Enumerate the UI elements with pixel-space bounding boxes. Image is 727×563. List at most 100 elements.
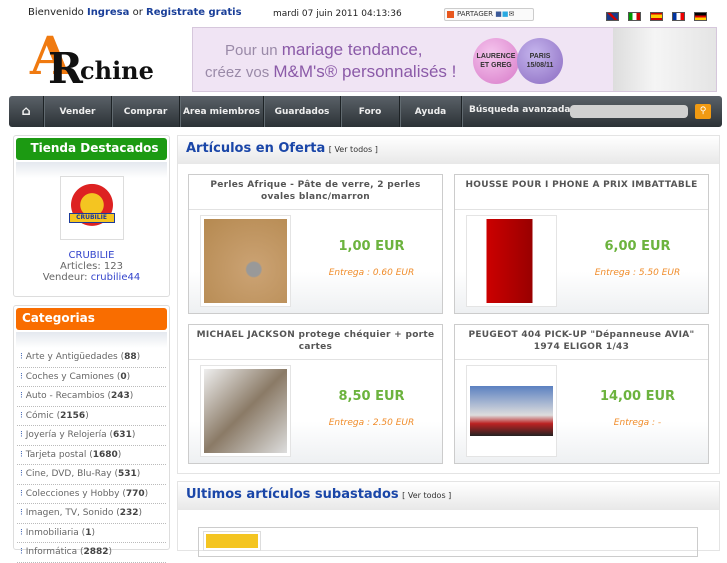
category-count: 631 xyxy=(113,430,132,440)
offer-price: 1,00 EUR xyxy=(338,239,405,254)
register-link[interactable]: Registrate gratis xyxy=(146,7,242,18)
ad-banner[interactable]: Pour un mariage tendance, créez vos M&M'… xyxy=(192,27,717,92)
category-name: Informática xyxy=(25,547,78,557)
german-flag-icon[interactable] xyxy=(694,12,707,21)
category-item[interactable]: Colecciones y Hobby (770) xyxy=(17,485,166,504)
category-item[interactable]: Informática (2882) xyxy=(17,543,166,563)
offer-shipping: Entrega : 5.50 EUR xyxy=(594,268,681,278)
nav-comprar[interactable]: Comprar xyxy=(112,96,180,127)
category-count: 1 xyxy=(85,527,92,538)
offer-card[interactable]: Perles Afrique - Pâte de verre, 2 perles… xyxy=(188,174,443,314)
featured-shop-box: Tienda Destacados CRUBILIE CRUBILIE Arti… xyxy=(13,135,170,297)
share-button[interactable]: PARTAGER ■■✉ xyxy=(444,8,534,21)
offer-image[interactable] xyxy=(200,365,291,457)
shop-articles: Articles: 123 xyxy=(60,261,123,272)
offer-title[interactable]: MICHAEL JACKSON protege chéquier + porte… xyxy=(189,325,442,360)
category-name: Joyería y Relojería xyxy=(25,430,107,440)
category-item[interactable]: Auto - Recambios (243) xyxy=(17,387,166,407)
category-name: Cómic xyxy=(25,410,54,421)
banner-photo xyxy=(613,28,716,91)
shop-logo-text: CRUBILIE xyxy=(68,213,115,223)
offers-panel: Artículos en Oferta [ Ver todos ] Perles… xyxy=(177,135,720,474)
offers-title: Artículos en Oferta xyxy=(186,141,326,156)
vendor-label: Vendeur: xyxy=(42,272,88,283)
category-count: 2156 xyxy=(60,410,86,421)
search-button[interactable]: ⚲ xyxy=(695,104,711,119)
shop-name-link[interactable]: CRUBILIE xyxy=(14,250,169,261)
category-item[interactable]: Joyería y Relojería (631) xyxy=(17,426,166,446)
category-count: 531 xyxy=(117,469,137,479)
offer-image[interactable] xyxy=(466,215,557,307)
offer-price: 8,50 EUR xyxy=(338,389,405,404)
nav-foro[interactable]: Foro xyxy=(341,96,400,127)
auctions-title: Ultimos artículos subastados xyxy=(186,487,399,502)
category-name: Inmobiliaria xyxy=(25,527,79,538)
offers-see-all-link[interactable]: [ Ver todos ] xyxy=(329,145,378,154)
shop-logo[interactable]: CRUBILIE xyxy=(59,176,124,240)
category-name: Tarjeta postal xyxy=(25,449,87,460)
advanced-search-link[interactable]: Búsqueda avanzada xyxy=(462,96,570,127)
home-button[interactable]: ⌂ xyxy=(9,96,44,127)
category-count: 243 xyxy=(111,391,130,401)
candy-pink: LAURENCE ET GREG xyxy=(473,38,519,84)
category-item[interactable]: Inmobiliaria (1) xyxy=(17,524,166,543)
offer-price: 6,00 EUR xyxy=(604,239,671,254)
english-flag-icon[interactable] xyxy=(606,12,619,21)
offer-price: 14,00 EUR xyxy=(599,389,676,404)
nav-area-miembros[interactable]: Area miembros xyxy=(180,96,264,127)
category-item[interactable]: Tarjeta postal (1680) xyxy=(17,446,166,465)
french-flag-icon[interactable] xyxy=(672,12,685,21)
category-name: Cine, DVD, Blu-Ray xyxy=(25,469,112,479)
or-text: or xyxy=(132,7,143,18)
welcome-text: Bienvenido xyxy=(28,7,84,18)
category-name: Colecciones y Hobby xyxy=(25,488,120,499)
offer-shipping: Entrega : - xyxy=(613,418,662,428)
search-icon: ⚲ xyxy=(699,106,707,116)
offer-card[interactable]: MICHAEL JACKSON protege chéquier + porte… xyxy=(188,324,443,464)
search-input[interactable] xyxy=(570,105,688,118)
offer-card[interactable]: HOUSSE POUR I PHONE A PRIX IMBATTABLE 6,… xyxy=(454,174,709,314)
offer-card[interactable]: PEUGEOT 404 PICK-UP "Dépanneuse AVIA" 19… xyxy=(454,324,709,464)
auctions-see-all-link[interactable]: [ Ver todos ] xyxy=(402,491,451,500)
category-item[interactable]: Coches y Camiones (0) xyxy=(17,368,166,387)
site-logo[interactable]: A Rchine xyxy=(30,26,156,93)
category-name: Coches y Camiones xyxy=(25,371,114,382)
auction-card[interactable] xyxy=(198,527,698,557)
italian-flag-icon[interactable] xyxy=(628,12,641,21)
spanish-flag-icon[interactable] xyxy=(650,12,663,21)
offer-shipping: Entrega : 0.60 EUR xyxy=(328,268,415,278)
home-icon: ⌂ xyxy=(21,104,31,119)
category-count: 770 xyxy=(125,488,145,499)
auction-item-image xyxy=(206,534,258,548)
category-item[interactable]: Imagen, TV, Sonido (232) xyxy=(17,504,166,524)
vendor-link[interactable]: crubilie44 xyxy=(91,272,141,283)
offer-title[interactable]: PEUGEOT 404 PICK-UP "Dépanneuse AVIA" 19… xyxy=(455,325,708,360)
main-nav: ⌂ Vender Comprar Area miembros Guardados… xyxy=(9,96,722,127)
banner-text: M&M's® personnalisés ! xyxy=(273,62,457,81)
offer-image[interactable] xyxy=(200,215,291,307)
login-link[interactable]: Ingresa xyxy=(87,7,129,18)
categories-box: Categorias Arte y Antigüedades (88)Coche… xyxy=(13,305,170,563)
banner-text: Pour un xyxy=(225,42,278,59)
offer-title[interactable]: Perles Afrique - Pâte de verre, 2 perles… xyxy=(189,175,442,210)
nav-guardados[interactable]: Guardados xyxy=(264,96,341,127)
banner-text: créez vos xyxy=(205,64,270,81)
auctions-panel: Ultimos artículos subastados [ Ver todos… xyxy=(177,481,720,557)
language-flags xyxy=(606,12,707,21)
offer-image[interactable] xyxy=(466,365,557,457)
banner-text: mariage tendance, xyxy=(281,40,423,59)
category-name: Auto - Recambios xyxy=(25,391,105,401)
offer-title[interactable]: HOUSSE POUR I PHONE A PRIX IMBATTABLE xyxy=(455,175,708,210)
category-item[interactable]: Cómic (2156) xyxy=(17,407,166,426)
datetime: mardi 07 juin 2011 04:13:36 xyxy=(273,9,402,19)
category-name: Imagen, TV, Sonido xyxy=(25,508,114,518)
category-item[interactable]: Arte y Antigüedades (88) xyxy=(17,348,166,368)
offer-shipping: Entrega : 2.50 EUR xyxy=(328,418,415,428)
category-name: Arte y Antigüedades xyxy=(25,352,118,362)
category-item[interactable]: Cine, DVD, Blu-Ray (531) xyxy=(17,465,166,485)
welcome-bar: Bienvenido Ingresa or Registrate gratis xyxy=(28,7,242,18)
nav-ayuda[interactable]: Ayuda xyxy=(400,96,462,127)
share-label: PARTAGER xyxy=(457,10,494,18)
nav-vender[interactable]: Vender xyxy=(44,96,112,127)
category-count: 1680 xyxy=(92,449,118,460)
